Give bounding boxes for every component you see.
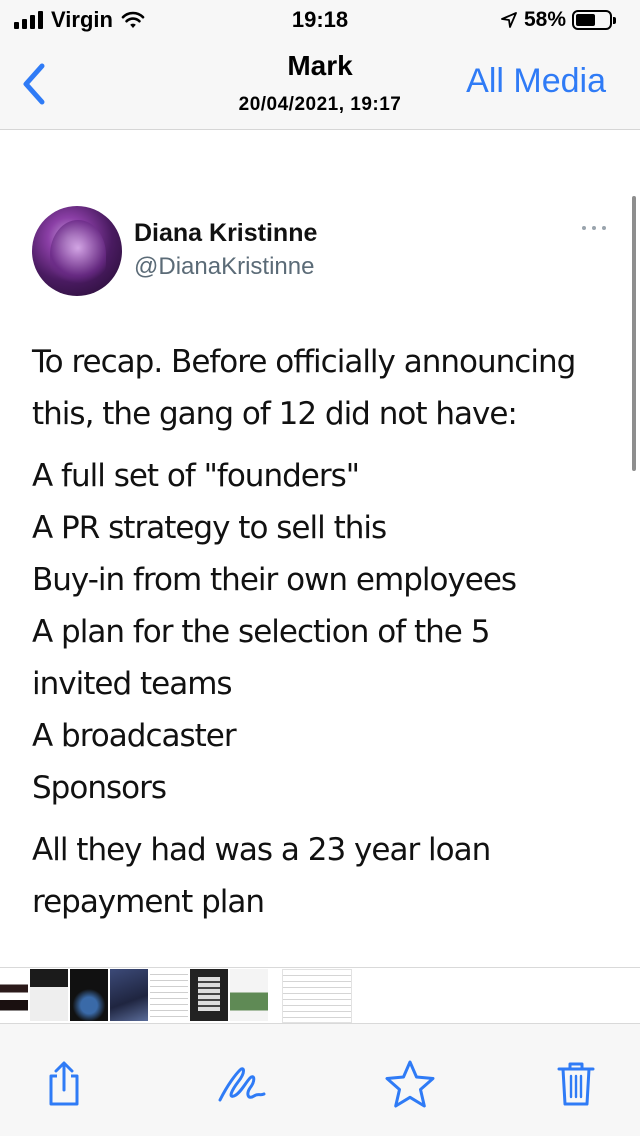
thumbnail[interactable] [30, 969, 68, 1021]
tweet-paragraph: To recap. Before officially announcing t… [32, 336, 622, 440]
share-icon [49, 1061, 79, 1106]
favorite-button[interactable] [380, 1054, 440, 1114]
tweet-line: Buy-in from their own employees [32, 562, 517, 598]
message-timestamp: 20/04/2021, 19:17 [238, 94, 402, 115]
battery-percent: 58% [523, 8, 566, 31]
markup-pen-icon [218, 1067, 266, 1102]
status-bar: Virgin 19:18 58% [0, 0, 640, 40]
tweet-screenshot-view[interactable]: Diana Kristinne @DianaKristinne To recap… [0, 131, 640, 967]
tweet-line: repayment plan [32, 884, 265, 920]
tweet-paragraph: A full set of "founders" A PR strategy t… [32, 450, 622, 814]
thumbnail-strip[interactable] [0, 967, 640, 1023]
star-icon [385, 1060, 435, 1108]
tweet-line: To recap. Before officially announcing [32, 344, 576, 380]
tweet-line: A broadcaster [32, 718, 237, 754]
author-handle: @DianaKristinne [134, 253, 315, 280]
tweet-paragraph: All they had was a 23 year loan repaymen… [32, 824, 622, 928]
thumbnail[interactable] [190, 969, 228, 1021]
tweet-line: A PR strategy to sell this [32, 510, 387, 546]
tweet-line: All they had was a 23 year loan [32, 832, 491, 868]
author-name: Diana Kristinne [134, 219, 318, 247]
bottom-toolbar [0, 1023, 640, 1136]
all-media-button[interactable]: All Media [466, 62, 606, 101]
conversation-title: Mark [287, 50, 353, 81]
thumbnail[interactable] [70, 969, 108, 1021]
navigation-bar: Mark 20/04/2021, 19:17 All Media [0, 40, 640, 130]
avatar [32, 206, 122, 296]
delete-button[interactable] [546, 1054, 606, 1114]
markup-button[interactable] [212, 1054, 272, 1114]
trash-icon [557, 1062, 595, 1106]
thumbnail[interactable] [230, 969, 268, 1021]
tweet-line: A full set of "founders" [32, 458, 360, 494]
tweet-line: invited teams [32, 666, 233, 702]
tweet-line: this, the gang of 12 did not have: [32, 396, 518, 432]
battery-icon [572, 10, 616, 30]
ellipsis-icon[interactable] [582, 223, 606, 233]
share-button[interactable] [34, 1054, 94, 1114]
thumbnail[interactable] [0, 969, 28, 1021]
back-button[interactable] [14, 58, 54, 110]
tweet-body: To recap. Before officially announcing t… [32, 336, 622, 938]
thumbnail[interactable] [110, 969, 148, 1021]
tweet-line: A plan for the selection of the 5 [32, 614, 490, 650]
location-arrow-icon [501, 12, 517, 28]
status-right: 58% [500, 7, 616, 33]
thumbnail[interactable] [150, 969, 188, 1021]
tweet-line: Sponsors [32, 770, 167, 806]
chevron-left-icon [23, 63, 45, 105]
thumbnail-selected[interactable] [282, 969, 352, 1023]
scrollbar[interactable] [632, 196, 636, 471]
